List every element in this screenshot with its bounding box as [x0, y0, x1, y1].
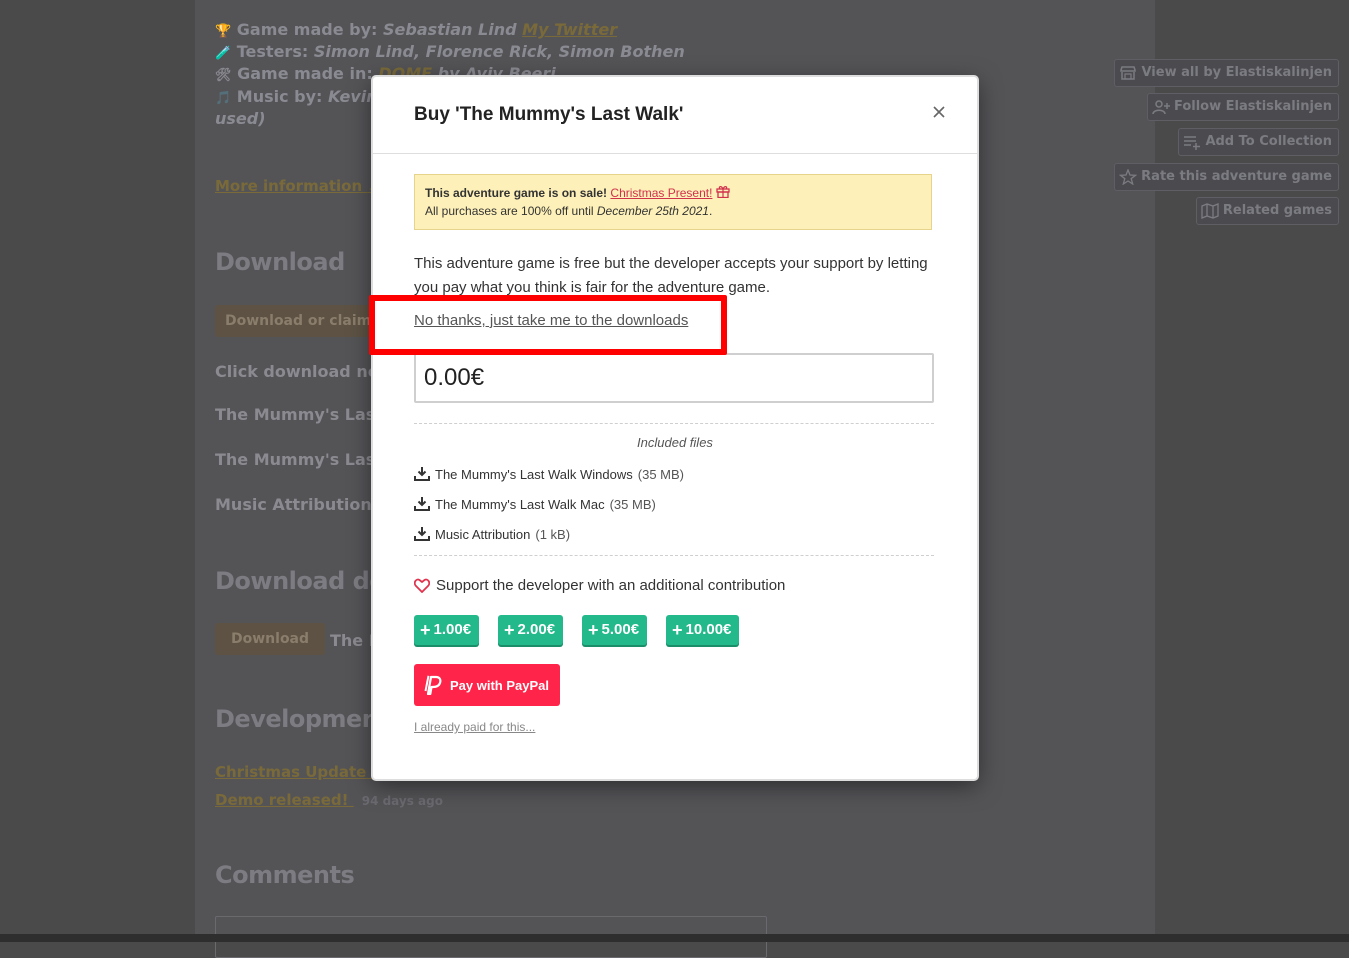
user-plus-icon — [1152, 100, 1170, 115]
rate-game-button[interactable]: Rate this adventure game — [1114, 163, 1339, 191]
price-input[interactable] — [414, 353, 934, 403]
included-file: The Mummy's Last Walk Mac (35 MB) — [414, 496, 656, 512]
download-icon — [414, 527, 430, 541]
plus-icon: + — [504, 620, 515, 640]
download-demo-button[interactable]: Download — [215, 623, 326, 655]
star-icon — [1119, 169, 1138, 185]
bottom-strip — [0, 934, 1349, 942]
highlight-box — [369, 295, 727, 355]
download-icon — [414, 467, 430, 481]
divider — [414, 555, 934, 556]
trophy-icon: 🏆 — [215, 24, 232, 39]
modal-header: Buy 'The Mummy's Last Walk' — [373, 77, 977, 154]
plus-icon: + — [588, 620, 599, 640]
tip-button[interactable]: +5.00€ — [582, 615, 648, 645]
devlog-link[interactable]: Christmas Update 🎁 — [215, 763, 390, 781]
pay-with-paypal-button[interactable]: Pay with PayPal — [414, 664, 560, 706]
modal-title: Buy 'The Mummy's Last Walk' — [414, 104, 684, 125]
music-icon: 🎵 — [215, 91, 232, 106]
twitter-link[interactable]: My Twitter — [522, 20, 617, 39]
included-file: The Mummy's Last Walk Windows (35 MB) — [414, 466, 684, 482]
credit-tail: used) — [215, 109, 266, 128]
comments-heading: Comments — [215, 861, 355, 889]
heart-icon — [414, 578, 430, 593]
more-information-link[interactable]: More information ⌄ — [215, 177, 377, 195]
sale-notice: This adventure game is on sale! Christma… — [414, 174, 932, 230]
playlist-add-icon — [1184, 136, 1201, 150]
plus-icon: + — [672, 620, 683, 640]
credit-made-by: 🏆 Game made by: Sebastian Lind My Twitte… — [215, 20, 618, 39]
credit-music: 🎵 Music by: Kevin M — [215, 87, 400, 106]
plus-icon: + — [420, 620, 431, 640]
credit-testers: 🧪 Testers: Simon Lind, Florence Rick, Si… — [215, 42, 685, 61]
buy-modal: Buy 'The Mummy's Last Walk' This adventu… — [373, 77, 977, 779]
gift-icon — [716, 186, 730, 199]
download-demo-heading: Download der — [215, 567, 397, 595]
close-icon[interactable] — [929, 102, 949, 122]
tester-icon: 🧪 — [215, 46, 232, 61]
divider — [414, 423, 934, 424]
map-icon — [1201, 203, 1219, 219]
tip-button[interactable]: +1.00€ — [414, 615, 480, 645]
included-files-label: Included files — [637, 435, 713, 450]
devlog-link[interactable]: Demo released! 94 days ago — [215, 791, 443, 809]
tip-button[interactable]: +2.00€ — [498, 615, 564, 645]
development-heading: Development — [215, 705, 390, 733]
related-games-button[interactable]: Related games — [1195, 197, 1339, 225]
christmas-present-link[interactable]: Christmas Present! — [610, 186, 712, 200]
download-or-claim-button[interactable]: Download or claim — [215, 305, 382, 337]
support-developer-text: Support the developer with an additional… — [414, 577, 785, 594]
already-paid-link[interactable]: I already paid for this... — [414, 720, 535, 734]
pricing-description: This adventure game is free but the deve… — [414, 255, 928, 296]
view-all-by-developer-button[interactable]: View all by Elastiskalinjen — [1114, 59, 1339, 87]
included-file: Music Attribution (1 kB) — [414, 526, 570, 542]
download-heading: Download — [215, 248, 345, 276]
tip-button[interactable]: +10.00€ — [666, 615, 740, 645]
download-icon — [414, 497, 430, 511]
tools-icon: 🛠 — [215, 68, 232, 83]
paypal-icon — [424, 675, 442, 695]
add-to-collection-button[interactable]: Add To Collection — [1178, 128, 1339, 156]
itch-store-icon — [1120, 66, 1137, 80]
follow-developer-button[interactable]: Follow Elastiskalinjen — [1146, 93, 1339, 121]
click-download-text: Click download now — [215, 362, 394, 381]
